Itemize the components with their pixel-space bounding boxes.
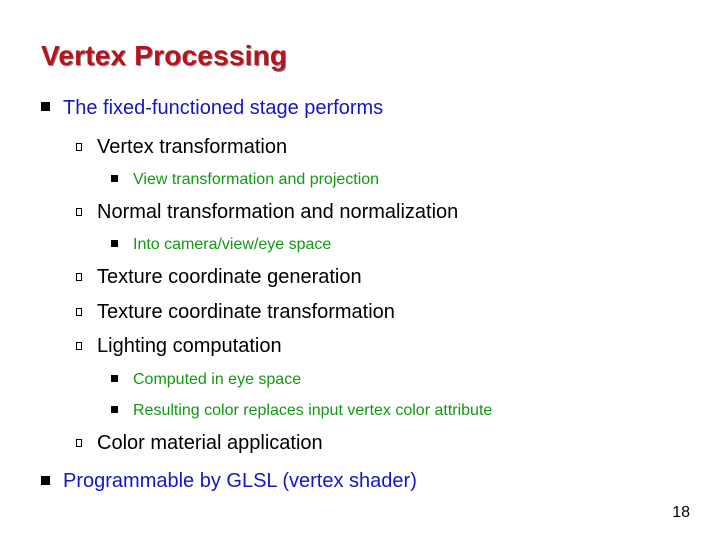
hollow-square-bullet-icon xyxy=(76,308,82,316)
bullet-level1: The fixed-functioned stage performs xyxy=(63,97,384,119)
bullet-level2: Vertex transformation xyxy=(97,136,288,158)
bullet-level3: Computed in eye space xyxy=(133,371,302,388)
page-number: 18 xyxy=(672,504,690,521)
square-bullet-icon xyxy=(111,406,118,413)
hollow-square-bullet-icon xyxy=(76,342,82,350)
square-bullet-icon xyxy=(111,375,118,382)
hollow-square-bullet-icon xyxy=(76,273,82,281)
square-bullet-icon xyxy=(41,476,50,485)
bullet-level2: Normal transformation and normalization xyxy=(97,201,459,223)
hollow-square-bullet-icon xyxy=(76,143,82,151)
bullet-level3: Into camera/view/eye space xyxy=(133,236,332,253)
bullet-level2: Lighting computation xyxy=(97,335,282,357)
slide-title: Vertex Processing xyxy=(41,40,288,71)
bullet-level3: View transformation and projection xyxy=(133,171,380,188)
hollow-square-bullet-icon xyxy=(76,439,82,447)
square-bullet-icon xyxy=(111,175,118,182)
bullet-level2: Texture coordinate generation xyxy=(97,266,362,288)
bullet-level1: Programmable by GLSL (vertex shader) xyxy=(63,470,417,492)
bullet-level2: Texture coordinate transformation xyxy=(97,301,395,323)
square-bullet-icon xyxy=(41,102,50,111)
bullet-level2: Color material application xyxy=(97,432,323,454)
hollow-square-bullet-icon xyxy=(76,208,82,216)
square-bullet-icon xyxy=(111,240,118,247)
slide: Vertex Processing The fixed-functioned s… xyxy=(0,0,720,540)
bullet-level3: Resulting color replaces input vertex co… xyxy=(133,402,493,419)
